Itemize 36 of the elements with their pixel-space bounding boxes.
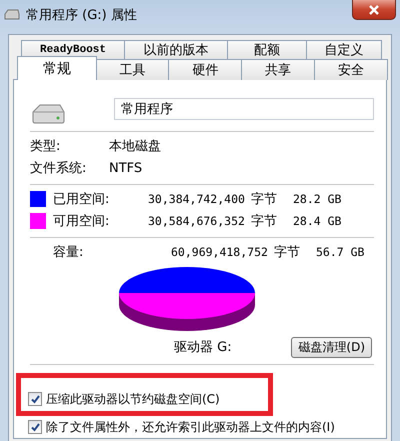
- size-value: 56.7 GB: [316, 245, 364, 259]
- unit-label: 字节: [251, 191, 278, 208]
- disk-cleanup-button[interactable]: 磁盘清理(D): [291, 336, 372, 358]
- checkbox[interactable]: [28, 420, 42, 434]
- tab[interactable]: 硬件: [168, 59, 242, 80]
- close-icon: [368, 4, 380, 14]
- tab[interactable]: 配额: [227, 40, 307, 59]
- checkbox-label[interactable]: 除了文件属性外，还允许索引此驱动器上文件的内容(I): [46, 418, 335, 436]
- unit-label: 字节: [251, 213, 278, 230]
- tab[interactable]: 工具: [96, 59, 170, 80]
- capacity-label: 容量:: [52, 244, 84, 261]
- info-value: NTFS: [109, 160, 142, 176]
- tab[interactable]: 以前的版本: [124, 40, 228, 59]
- info-value: 本地磁盘: [109, 138, 161, 155]
- unit-label: 字节: [274, 244, 301, 261]
- space-label: 可用空间:: [53, 213, 110, 230]
- byte-count: 30,584,676,352: [148, 214, 246, 228]
- tab[interactable]: 自定义: [306, 40, 382, 59]
- checkbox-label[interactable]: 压缩此驱动器以节约磁盘空间(C): [46, 390, 220, 408]
- close-button[interactable]: [352, 0, 396, 20]
- space-label: 已用空间:: [53, 191, 110, 208]
- hard-drive-icon: [30, 102, 66, 126]
- drive-icon: [4, 9, 20, 21]
- size-value: 28.2 GB: [293, 192, 342, 206]
- tab[interactable]: 常规: [17, 56, 97, 80]
- tab[interactable]: 安全: [314, 59, 388, 80]
- size-value: 28.4 GB: [293, 214, 342, 228]
- drive-name-field[interactable]: 常用程序: [114, 98, 374, 120]
- drive-label: 驱动器 G:: [174, 339, 232, 356]
- tab[interactable]: 共享: [241, 59, 316, 80]
- checkbox[interactable]: [28, 392, 42, 406]
- info-label: 文件系统:: [30, 160, 88, 177]
- window-title: 常用程序 (G:) 属性: [26, 7, 137, 24]
- byte-count: 60,969,418,752: [171, 245, 269, 259]
- info-label: 类型:: [30, 138, 62, 155]
- byte-count: 30,384,742,400: [148, 192, 246, 206]
